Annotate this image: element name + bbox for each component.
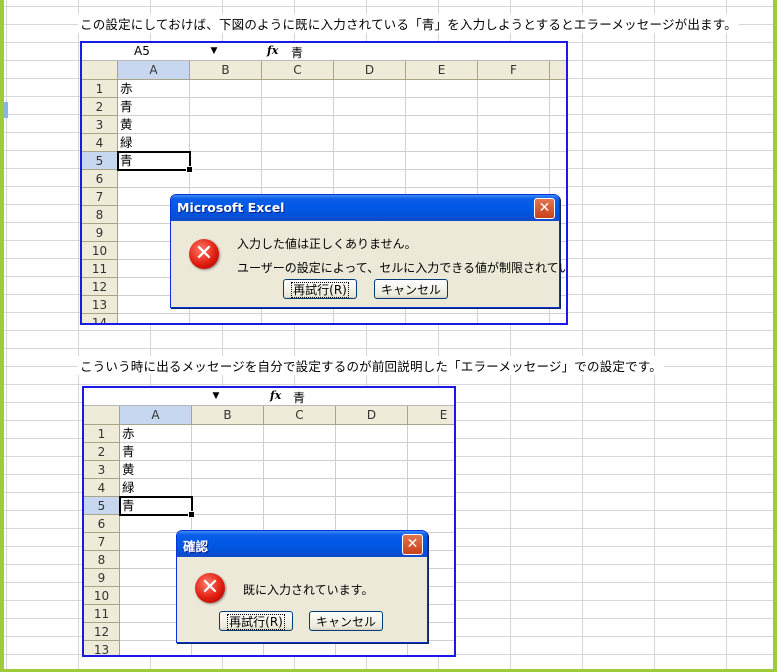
frame-left <box>0 0 4 672</box>
row-header[interactable]: 13 <box>84 641 119 655</box>
dialog-title: Microsoft Excel <box>177 200 285 215</box>
column-header-a[interactable]: A <box>118 61 190 79</box>
cell-a2[interactable]: 青 <box>120 443 135 461</box>
row-header[interactable]: 9 <box>82 224 117 242</box>
cell-a4[interactable]: 緑 <box>120 479 135 497</box>
column-header-c[interactable]: C <box>264 406 336 424</box>
row-header-column: 1 2 3 4 5 6 7 8 9 10 11 12 13 14 <box>82 80 118 323</box>
error-icon: ✕ <box>195 573 225 603</box>
error-icon: ✕ <box>189 239 219 269</box>
row-header[interactable]: 1 <box>82 80 117 98</box>
row-header[interactable]: 11 <box>82 260 117 278</box>
dialog-titlebar[interactable]: 確認 ✕ <box>177 531 427 557</box>
select-all-corner[interactable] <box>82 61 118 79</box>
confirm-dialog: 確認 ✕ ✕ 既に入力されています。 再試行(R) キャンセル <box>176 530 428 643</box>
select-all-corner[interactable] <box>84 406 120 424</box>
row-header[interactable]: 10 <box>84 587 119 605</box>
column-header-f[interactable]: F <box>478 61 550 79</box>
cell-a3[interactable]: 黄 <box>120 461 135 479</box>
cell-a2[interactable]: 青 <box>118 98 133 116</box>
row-header[interactable]: 9 <box>84 569 119 587</box>
row-header[interactable]: 8 <box>84 551 119 569</box>
cell-a4[interactable]: 緑 <box>118 134 133 152</box>
cell-a1[interactable]: 赤 <box>118 80 133 98</box>
error-dialog: Microsoft Excel ✕ ✕ 入力した値は正しくありません。 ユーザー… <box>170 194 566 308</box>
cancel-button[interactable]: キャンセル <box>374 279 448 299</box>
column-header-d[interactable]: D <box>336 406 408 424</box>
row-header[interactable]: 11 <box>84 605 119 623</box>
row-header[interactable]: 3 <box>82 116 117 134</box>
retry-button[interactable]: 再試行(R) <box>219 611 293 631</box>
dialog-message-line1: 入力した値は正しくありません。 <box>237 237 417 251</box>
row-header[interactable]: 12 <box>84 623 119 641</box>
frame-right <box>773 0 777 672</box>
dialog-message-line1: 既に入力されています。 <box>243 583 374 597</box>
formula-value[interactable]: 青 <box>291 44 303 61</box>
row-header[interactable]: 6 <box>82 170 117 188</box>
row-header[interactable]: 8 <box>82 206 117 224</box>
row-header[interactable]: 4 <box>84 479 119 497</box>
row-header[interactable]: 2 <box>82 98 117 116</box>
dialog-message-line2: ユーザーの設定によって、セルに入力できる値が制限されています。 <box>237 261 566 275</box>
row-header[interactable]: 5 <box>82 152 117 170</box>
row-header[interactable]: 7 <box>82 188 117 206</box>
row-header[interactable]: 1 <box>84 425 119 443</box>
row-header[interactable]: 12 <box>82 278 117 296</box>
excel-screenshot-2: ▼ fx 青 A B C D E 1 2 3 4 5 6 7 8 9 10 11… <box>82 386 456 657</box>
row-header[interactable]: 7 <box>84 533 119 551</box>
column-header-row: A B C D E <box>84 406 454 425</box>
active-cell-cursor <box>119 496 195 518</box>
column-header-d[interactable]: D <box>334 61 406 79</box>
column-header-e[interactable]: E <box>408 406 454 424</box>
dialog-titlebar[interactable]: Microsoft Excel ✕ <box>171 195 559 221</box>
name-box[interactable]: A5 <box>84 44 204 58</box>
fx-icon[interactable]: fx <box>270 389 281 402</box>
column-header-e[interactable]: E <box>406 61 478 79</box>
column-header-row: A B C D E F <box>82 61 566 80</box>
row-header[interactable]: 13 <box>82 296 117 314</box>
active-cell-cursor <box>117 151 193 173</box>
column-header-b[interactable]: B <box>190 61 262 79</box>
row-header[interactable]: 3 <box>84 461 119 479</box>
name-box-dropdown-icon[interactable]: ▼ <box>208 45 220 57</box>
formula-bar: ▼ fx 青 <box>84 388 454 406</box>
note-middle: こういう時に出るメッセージを自分で設定するのが前回説明した「エラーメッセージ」で… <box>78 356 664 375</box>
column-header-c[interactable]: C <box>262 61 334 79</box>
formula-value[interactable]: 青 <box>293 389 305 406</box>
retry-button[interactable]: 再試行(R) <box>283 279 357 299</box>
cancel-button[interactable]: キャンセル <box>309 611 383 631</box>
close-button[interactable]: ✕ <box>534 198 555 219</box>
close-button[interactable]: ✕ <box>402 534 423 555</box>
cell-a1[interactable]: 赤 <box>120 425 135 443</box>
row-header[interactable]: 2 <box>84 443 119 461</box>
row-header[interactable]: 4 <box>82 134 117 152</box>
dialog-title: 確認 <box>183 539 209 554</box>
column-header-a[interactable]: A <box>120 406 192 424</box>
column-header-b[interactable]: B <box>192 406 264 424</box>
row-selection-marker <box>4 102 8 118</box>
row-header[interactable]: 10 <box>82 242 117 260</box>
row-header[interactable]: 5 <box>84 497 119 515</box>
name-box[interactable] <box>86 389 206 403</box>
excel-screenshot-1: A5 ▼ fx 青 A B C D E F 1 2 3 4 5 6 7 8 9 … <box>80 41 568 325</box>
row-header-column: 1 2 3 4 5 6 7 8 9 10 11 12 13 <box>84 425 120 655</box>
fx-icon[interactable]: fx <box>267 44 278 57</box>
row-header[interactable]: 6 <box>84 515 119 533</box>
note-top: この設定にしておけば、下図のように既に入力されている「青」を入力しようとするとエ… <box>78 14 739 33</box>
cell-a3[interactable]: 黄 <box>118 116 133 134</box>
name-box-dropdown-icon[interactable]: ▼ <box>210 390 222 402</box>
formula-bar: A5 ▼ fx 青 <box>82 43 566 61</box>
row-header[interactable]: 14 <box>82 314 117 323</box>
